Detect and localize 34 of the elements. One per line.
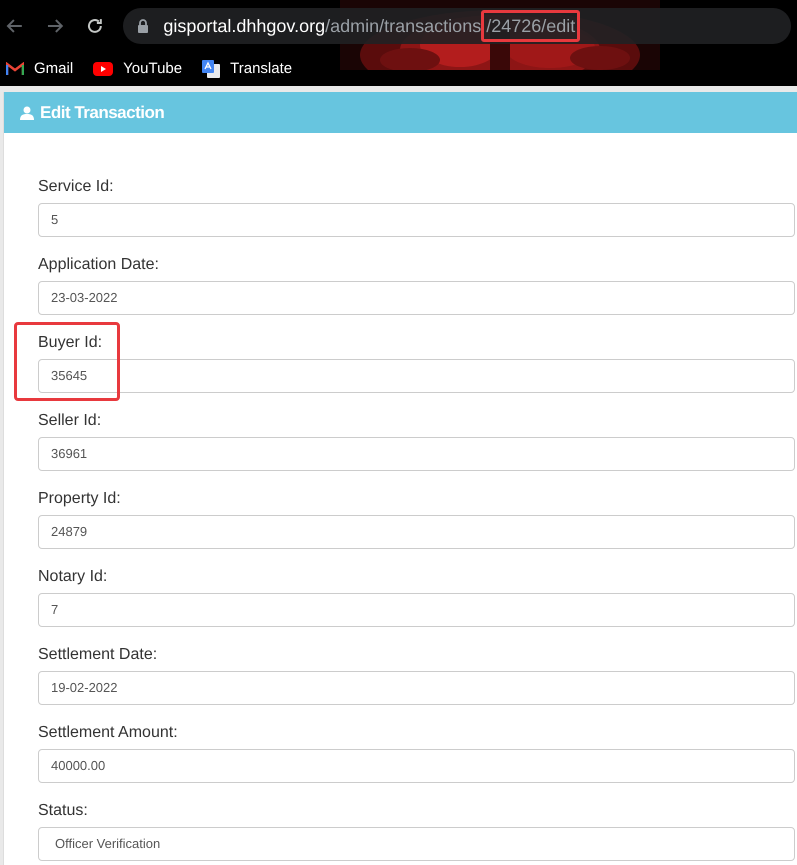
input-field[interactable]: 36961 bbox=[38, 437, 795, 471]
input-field[interactable]: 35645 bbox=[38, 359, 795, 393]
reload-icon[interactable] bbox=[86, 17, 104, 35]
user-icon bbox=[20, 106, 34, 120]
url-host: gisportal.dhhgov.org bbox=[163, 14, 326, 38]
lock-icon bbox=[137, 18, 150, 34]
input-field[interactable]: 5 bbox=[38, 203, 795, 237]
field-label: Notary Id: bbox=[38, 567, 108, 587]
bookmark[interactable]: YouTube bbox=[93, 58, 182, 80]
field-label: Buyer Id: bbox=[38, 333, 104, 353]
input-field[interactable]: 24879 bbox=[38, 515, 795, 549]
mail-icon bbox=[6, 62, 24, 76]
back-icon[interactable] bbox=[6, 17, 24, 35]
forward-icon[interactable] bbox=[46, 17, 64, 35]
field-label: Settlement Date: bbox=[38, 645, 158, 665]
bookmark[interactable]: Translate bbox=[202, 58, 292, 80]
field-label: Application Date: bbox=[38, 255, 160, 275]
address-bar[interactable]: gisportal.dhhgov.org/admin/transactions /24726/edit bbox=[123, 8, 792, 44]
input-field[interactable]: 7 bbox=[38, 593, 795, 627]
url-path: /admin/transactions bbox=[325, 14, 482, 38]
field-label: Service Id: bbox=[38, 177, 115, 197]
field-label: Status: bbox=[38, 801, 89, 821]
field-label: Property Id: bbox=[38, 489, 122, 509]
field-label: Seller Id: bbox=[38, 411, 102, 431]
input-field[interactable]: 40000.00 bbox=[38, 749, 795, 783]
field-label: Settlement Amount: bbox=[38, 723, 179, 743]
translate-icon bbox=[202, 60, 220, 78]
play-icon bbox=[93, 62, 114, 76]
input-field[interactable]: 19-02-2022 bbox=[38, 671, 795, 705]
status-dropdown[interactable]: Officer Verification bbox=[38, 827, 795, 861]
url-highlighted-segment: /24726/edit bbox=[481, 10, 580, 42]
bookmark[interactable]: Gmail bbox=[6, 58, 74, 80]
panel-title: Edit Transaction bbox=[40, 102, 164, 124]
input-field[interactable]: 23-03-2022 bbox=[38, 281, 795, 315]
